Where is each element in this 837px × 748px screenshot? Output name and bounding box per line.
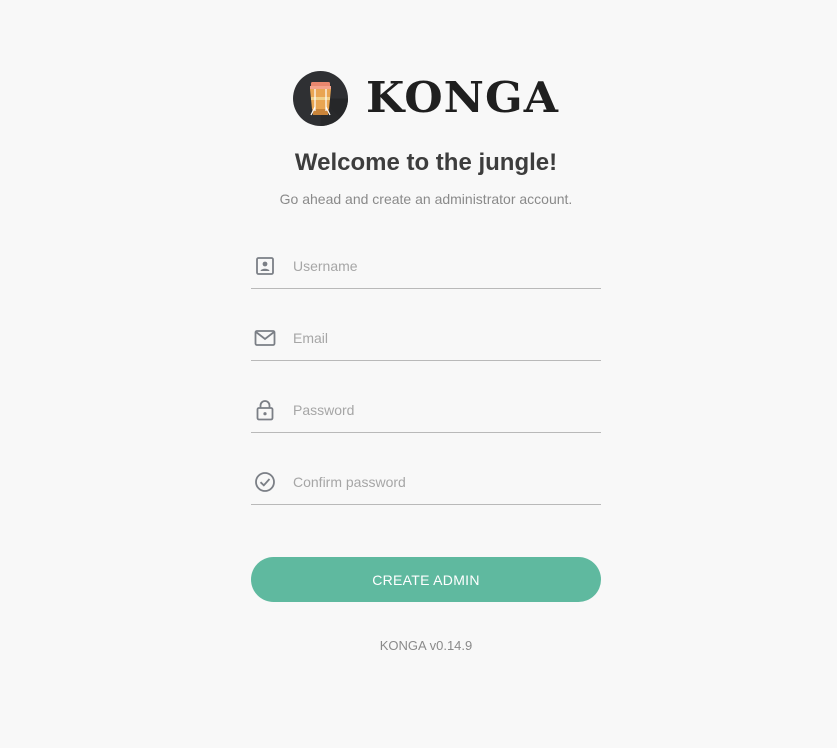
confirm-password-input[interactable]	[291, 466, 595, 498]
page-subtitle: Go ahead and create an administrator acc…	[279, 191, 573, 207]
version-label: KONGA v0.14.9	[379, 638, 473, 653]
conga-drum-icon	[293, 70, 348, 126]
password-field	[251, 388, 601, 433]
email-field	[251, 316, 601, 361]
check-circle-icon	[253, 470, 277, 494]
user-card-icon	[253, 254, 277, 278]
create-admin-button[interactable]: CREATE ADMIN	[251, 557, 601, 602]
username-field	[251, 244, 601, 289]
confirm-password-field	[251, 460, 601, 505]
brand-name: KONGA	[366, 73, 560, 122]
lock-icon	[253, 398, 277, 422]
envelope-icon	[253, 326, 277, 350]
brand-logo: KONGA	[293, 70, 558, 126]
password-input[interactable]	[291, 394, 595, 426]
username-input[interactable]	[291, 250, 595, 282]
page-title: Welcome to the jungle!	[294, 149, 558, 176]
email-input[interactable]	[291, 322, 595, 354]
